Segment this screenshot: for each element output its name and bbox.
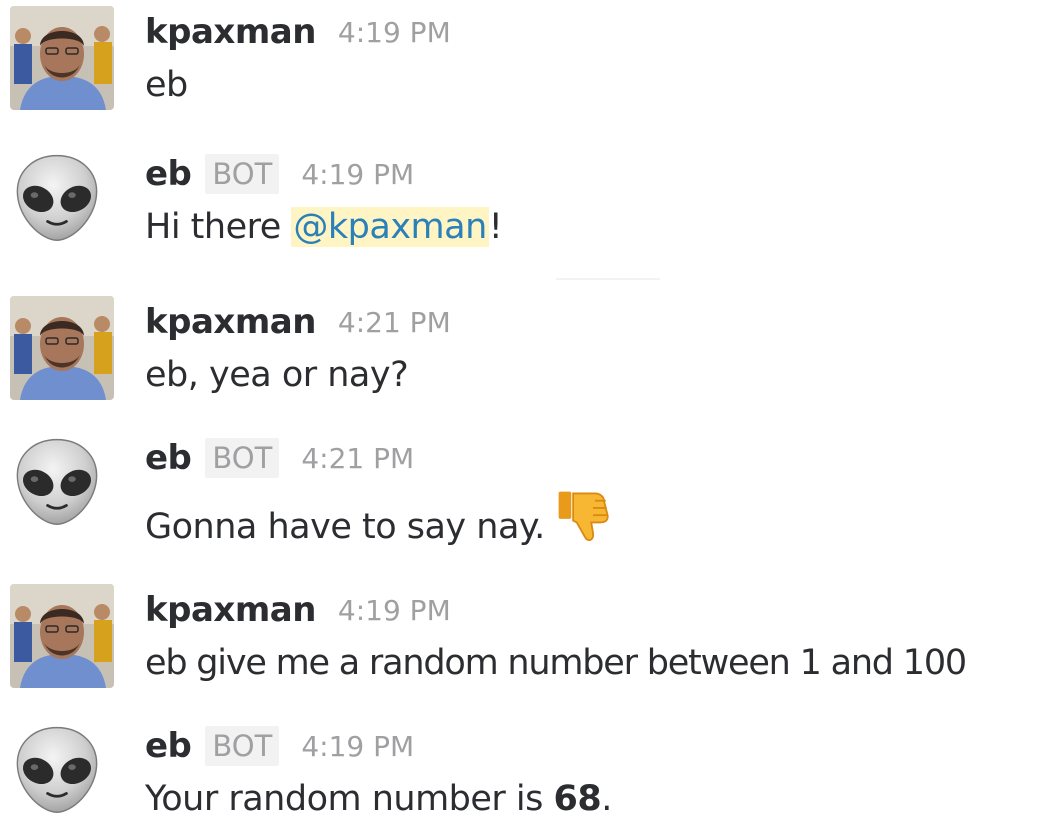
author-name[interactable]: eb [145, 726, 192, 766]
message-text-prefix: Your random number is [145, 779, 554, 819]
message-text: Gonna have to say nay. [145, 488, 1046, 550]
message-text: eb [145, 65, 188, 105]
timestamp[interactable]: 4:21 PM [338, 306, 451, 339]
author-name[interactable]: eb [145, 154, 192, 194]
message-text-prefix: Hi there [145, 207, 292, 247]
message-text-suffix: . [601, 779, 612, 819]
user-photo-icon [10, 296, 114, 400]
alien-icon [10, 150, 104, 244]
bot-badge: BOT [205, 154, 280, 194]
timestamp[interactable]: 4:19 PM [338, 16, 451, 49]
message-text: eb, yea or nay? [145, 355, 409, 395]
timestamp[interactable]: 4:19 PM [301, 730, 414, 763]
avatar[interactable] [10, 296, 114, 400]
avatar[interactable] [10, 722, 114, 826]
avatar[interactable] [10, 6, 114, 110]
user-mention[interactable]: @kpaxman [291, 207, 489, 247]
timestamp[interactable]: 4:19 PM [301, 158, 414, 191]
author-name[interactable]: kpaxman [145, 302, 316, 342]
message-text-body: Gonna have to say nay. [145, 507, 545, 547]
message-text: Hi there @kpaxman! [145, 204, 1046, 250]
alien-icon [10, 434, 104, 528]
avatar[interactable] [10, 584, 114, 688]
message-text: Your random number is 68. [145, 776, 1046, 822]
author-name[interactable]: kpaxman [145, 12, 316, 52]
timestamp[interactable]: 4:19 PM [338, 594, 451, 627]
bot-badge: BOT [205, 726, 280, 766]
thumbsdown-icon [558, 491, 609, 541]
message-text-suffix: ! [488, 207, 503, 247]
hover-divider [556, 278, 660, 280]
message-text: eb give me a random number between 1 and… [145, 643, 967, 683]
user-photo-icon [10, 584, 114, 688]
bot-badge: BOT [205, 438, 280, 478]
author-name[interactable]: kpaxman [145, 590, 316, 630]
avatar[interactable] [10, 434, 114, 538]
user-photo-icon [10, 6, 114, 110]
timestamp[interactable]: 4:21 PM [301, 442, 414, 475]
random-number: 68 [553, 779, 602, 819]
avatar[interactable] [10, 150, 114, 254]
author-name[interactable]: eb [145, 438, 192, 478]
alien-icon [10, 722, 104, 816]
